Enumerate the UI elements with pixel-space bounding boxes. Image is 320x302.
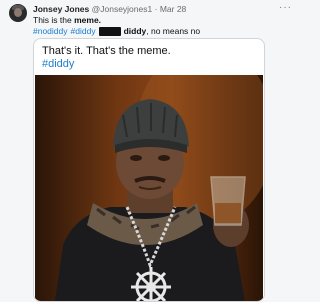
card-hashtag[interactable]: #diddy: [42, 58, 74, 70]
hashtag-nodiddy[interactable]: #nodiddy: [33, 26, 68, 36]
meme-photo[interactable]: [35, 75, 263, 301]
hashtag-diddy[interactable]: #diddy: [71, 26, 96, 36]
tweet-header: Jonsey Jones @Jonseyjones1 · Mar 28: [33, 4, 186, 14]
meme-photo-illustration: [55, 75, 263, 301]
more-options-icon[interactable]: ···: [279, 2, 292, 13]
author-name[interactable]: Jonsey Jones: [33, 4, 89, 14]
card-text: That's it. That's the meme.: [42, 45, 171, 57]
tweet-text-line-2: #nodiddy #diddy diddy, no means no: [33, 26, 200, 36]
tweet-text-prefix: This is the: [33, 15, 75, 25]
tweet-text-bold-2: diddy: [123, 26, 147, 36]
redaction-bar: [98, 26, 121, 36]
avatar-face: [14, 8, 22, 17]
tweet-text-bold: meme.: [74, 15, 102, 25]
avatar[interactable]: [9, 4, 27, 22]
author-handle[interactable]: @Jonseyjones1: [92, 4, 153, 14]
tweet-date[interactable]: Mar 28: [160, 4, 186, 14]
tweet-text-rest: , no means no: [146, 26, 201, 36]
quoted-media-card[interactable]: That's it. That's the meme. #diddy: [33, 38, 265, 302]
tweet-text-line-1: This is the meme.: [33, 15, 101, 25]
separator: ·: [154, 4, 158, 14]
